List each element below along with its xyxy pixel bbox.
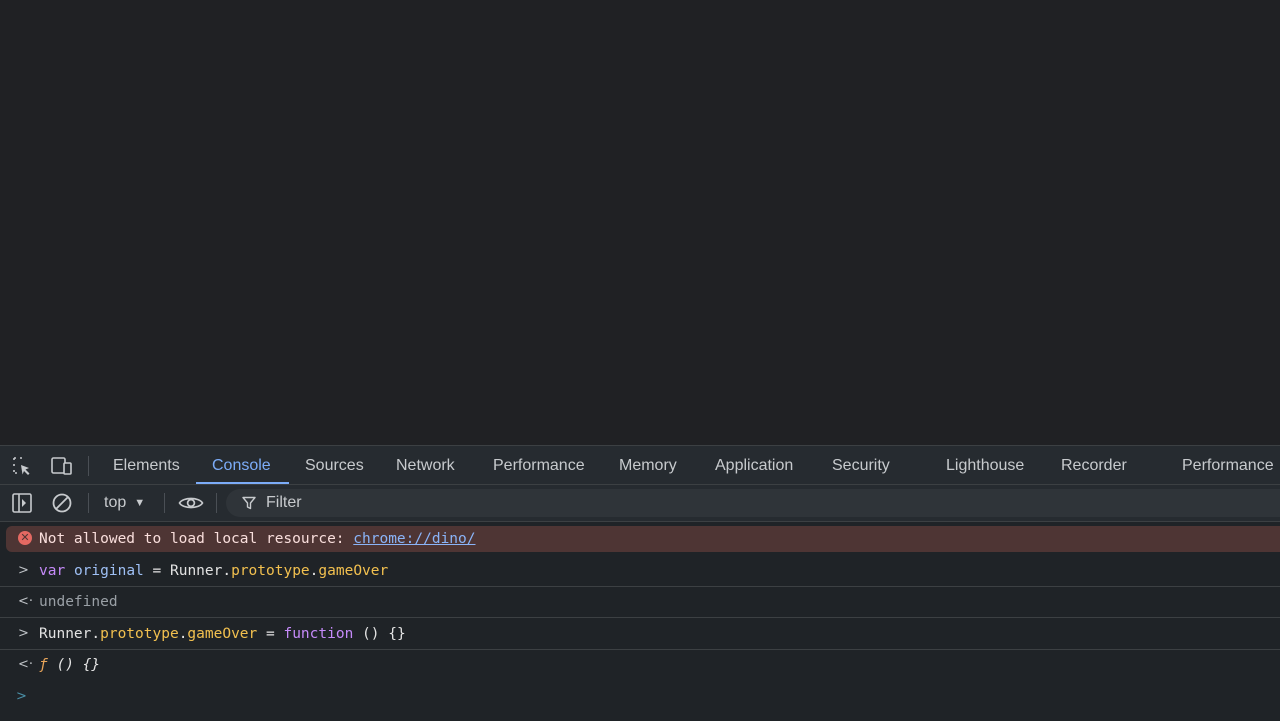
console-error-message: ✕ Not allowed to load local resource: ch… (6, 526, 1280, 552)
inspect-element-icon[interactable] (10, 454, 34, 478)
tab-application[interactable]: Application (715, 446, 793, 484)
tabbar-separator (88, 456, 89, 476)
input-prompt-chevron-icon: > (18, 563, 29, 578)
active-tab-indicator (196, 482, 289, 484)
toolbar-separator (164, 493, 165, 513)
console-result-value[interactable]: ƒ () {} (39, 650, 100, 680)
tab-lighthouse[interactable]: Lighthouse (946, 446, 1024, 484)
context-selector-label: top (104, 494, 127, 511)
tab-performance[interactable]: Performance (493, 446, 585, 484)
input-prompt-chevron-icon: > (18, 626, 29, 641)
console-result-line: <· ƒ () {} (0, 650, 1280, 680)
result-arrow-icon: <· (18, 594, 34, 609)
console-code[interactable]: var original = Runner.prototype.gameOver (39, 556, 388, 586)
console-result-value[interactable]: undefined (39, 587, 118, 617)
active-prompt-chevron-icon: > (16, 689, 27, 704)
console-code[interactable]: Runner.prototype.gameOver = function () … (39, 619, 406, 649)
tab-elements[interactable]: Elements (113, 446, 180, 484)
tab-performance-insights[interactable]: Performance (1182, 446, 1274, 484)
filter-placeholder: Filter (266, 494, 302, 511)
tab-network[interactable]: Network (396, 446, 455, 484)
tab-security[interactable]: Security (832, 446, 890, 484)
filter-input[interactable]: Filter (226, 489, 1280, 517)
device-toolbar-icon[interactable] (50, 454, 74, 478)
tab-memory[interactable]: Memory (619, 446, 677, 484)
console-result-line: <· undefined (0, 587, 1280, 618)
eye-icon[interactable] (177, 491, 205, 515)
tab-sources[interactable]: Sources (305, 446, 364, 484)
dropdown-caret-icon: ▼ (134, 497, 146, 509)
tab-recorder[interactable]: Recorder (1061, 446, 1127, 484)
console-prompt[interactable]: > (0, 682, 1280, 712)
console-output: ✕ Not allowed to load local resource: ch… (0, 522, 1280, 721)
context-selector[interactable]: top ▼ (100, 491, 149, 515)
devtools-tabbar: Elements Console Sources Network Perform… (0, 446, 1280, 485)
sidebar-toggle-icon[interactable] (10, 491, 34, 515)
error-resource-link[interactable]: chrome://dino/ (353, 531, 475, 547)
console-input-line: > Runner.prototype.gameOver = function (… (0, 619, 1280, 650)
tab-console[interactable]: Console (212, 446, 271, 484)
filter-icon (242, 496, 256, 510)
clear-console-icon[interactable] (50, 491, 74, 515)
page-viewport (0, 0, 1280, 445)
console-toolbar: top ▼ Filter (0, 485, 1280, 522)
console-input-line: > var original = Runner.prototype.gameOv… (0, 556, 1280, 587)
error-message-text: Not allowed to load local resource: (39, 531, 354, 547)
result-arrow-icon: <· (18, 657, 34, 672)
toolbar-separator (88, 493, 89, 513)
devtools-panel: Elements Console Sources Network Perform… (0, 445, 1280, 721)
error-icon: ✕ (18, 531, 32, 545)
toolbar-separator (216, 493, 217, 513)
